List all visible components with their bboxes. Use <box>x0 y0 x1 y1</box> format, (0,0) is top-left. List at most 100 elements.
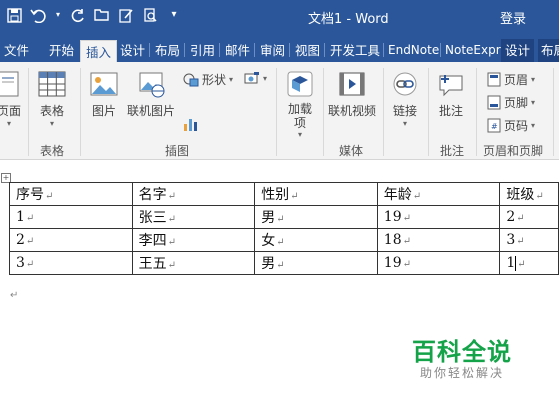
links-label: 链接 <box>392 104 417 118</box>
table-cell[interactable]: 1↵ <box>9 205 133 229</box>
group-separator <box>553 68 554 156</box>
cell-text: 19 <box>383 255 402 271</box>
edit-document-icon[interactable] <box>118 7 134 23</box>
table-cell[interactable]: 男↵ <box>254 251 378 275</box>
tab-references[interactable]: 引用 <box>190 39 215 62</box>
online-video-button[interactable]: 联机视频 <box>328 70 376 119</box>
group-label-media: 媒体 <box>339 144 364 158</box>
cell-text: 2 <box>506 209 516 225</box>
tab-table-design[interactable]: 设计 <box>501 39 535 62</box>
chevron-down-icon: ▾ <box>297 130 302 139</box>
addin-icon <box>287 71 313 97</box>
online-pictures-button[interactable]: 联机图片 <box>127 70 175 119</box>
table-cell[interactable]: 3↵ <box>9 251 133 275</box>
cell-text: 19 <box>383 209 402 225</box>
page-number-icon: # <box>487 118 501 133</box>
chart-button[interactable] <box>183 116 199 132</box>
tab-separator <box>149 43 150 57</box>
customize-toolbar-icon[interactable]: ▾ <box>166 7 182 23</box>
table-cell[interactable]: 序号↵ <box>9 182 133 206</box>
shapes-label: 形状 <box>202 73 227 87</box>
undo-dropdown-caret-icon[interactable]: ▾ <box>54 7 62 23</box>
pages-label: 页面 <box>0 104 21 118</box>
table-cell[interactable]: 王五↵ <box>131 251 256 275</box>
end-of-cell-mark: ↵ <box>516 236 525 247</box>
picture-button-label: 图片 <box>91 104 116 118</box>
cell-text: 1 <box>16 209 25 225</box>
table-row: 3↵ 王五↵ 男↵ 19↵ 1 ↵ <box>9 251 559 275</box>
end-of-cell-mark: ↵ <box>276 237 285 248</box>
addins-button[interactable]: 加载项 ▾ <box>284 70 316 139</box>
chart-icon <box>184 119 197 131</box>
tab-noteexpress[interactable]: NoteExpre <box>445 39 508 62</box>
end-of-cell-mark: ↵ <box>167 237 176 248</box>
table-cell[interactable]: 班级↵ <box>499 182 559 206</box>
cell-text: 3 <box>506 232 516 248</box>
table-cell[interactable]: 19↵ <box>376 205 501 229</box>
picture-button[interactable]: 图片 <box>89 70 119 119</box>
data-table[interactable]: 序号↵ 名字↵ 性别↵ 年龄↵ 班级↵ 1↵ 张三↵ 男↵ 19↵ 2↵ 2↵ … <box>9 182 559 275</box>
end-of-cell-mark: ↵ <box>167 260 176 271</box>
print-preview-icon[interactable] <box>142 7 158 23</box>
tab-view[interactable]: 视图 <box>295 39 320 62</box>
end-of-cell-mark: ↵ <box>167 214 176 225</box>
document-title: 文档1 - Word <box>308 12 389 27</box>
end-of-cell-mark: ↵ <box>276 214 285 225</box>
cell-text: 年龄 <box>383 187 412 203</box>
tab-layout[interactable]: 布局 <box>155 39 180 62</box>
tab-table-layout[interactable]: 布局 <box>538 39 559 62</box>
cell-text: 3 <box>16 255 25 271</box>
online-picture-icon <box>139 72 165 98</box>
table-cell[interactable]: 男↵ <box>254 205 378 229</box>
page-icon <box>0 71 19 97</box>
table-cell[interactable]: 年龄↵ <box>376 182 501 206</box>
tab-insert[interactable]: 插入 <box>80 40 118 63</box>
shapes-button[interactable]: 形状 ▾ <box>183 71 233 88</box>
cell-text: 名字 <box>138 187 167 203</box>
cell-text: 18 <box>383 232 402 248</box>
login-link[interactable]: 登录 <box>500 8 526 27</box>
save-icon[interactable] <box>6 7 22 23</box>
table-cell[interactable]: 李四↵ <box>131 228 256 252</box>
table-cell[interactable]: 18↵ <box>376 228 501 252</box>
tab-separator <box>289 43 290 57</box>
table-cell[interactable]: 19↵ <box>376 251 501 275</box>
end-of-cell-mark: ↵ <box>45 191 54 202</box>
table-cell[interactable]: 张三↵ <box>131 205 256 229</box>
table-cell[interactable]: 名字↵ <box>131 182 256 206</box>
quick-access-toolbar: ▾ ▾ <box>6 7 182 23</box>
cell-text: 张三 <box>138 210 167 226</box>
end-of-cell-mark: ↵ <box>535 191 544 202</box>
smartart-button[interactable]: ▾ <box>244 71 267 85</box>
tab-home[interactable]: 开始 <box>49 39 74 62</box>
tab-file[interactable]: 文件 <box>4 39 29 62</box>
undo-icon[interactable] <box>30 7 46 23</box>
footer-button[interactable]: 页脚 ▾ <box>487 94 535 111</box>
table-cell[interactable]: 性别↵ <box>254 182 378 206</box>
addins-label: 加载项 <box>287 102 312 130</box>
tab-developer[interactable]: 开发工具 <box>330 39 380 62</box>
page-number-button[interactable]: # 页码 ▾ <box>487 117 535 134</box>
tab-design[interactable]: 设计 <box>120 39 145 62</box>
table-cell[interactable]: 2↵ <box>9 228 133 252</box>
chevron-down-icon: ▾ <box>531 75 536 84</box>
redo-icon[interactable] <box>70 7 86 23</box>
screenshot-icon <box>244 72 259 84</box>
table-cell[interactable]: 女↵ <box>254 228 378 252</box>
tab-separator <box>254 43 255 57</box>
tab-separator <box>383 43 384 57</box>
table-button[interactable]: 表格 ▾ <box>37 70 67 128</box>
ribbon-panel: 页面 ▾ 表格 ▾ 表格 图片 联机图片 形状 ▾ ▾ 插图 加载项 ▾ 联机视… <box>0 62 559 160</box>
pages-button[interactable]: 页面 ▾ <box>0 70 24 128</box>
links-button[interactable]: 链接 ▾ <box>390 70 420 128</box>
tab-review[interactable]: 审阅 <box>260 39 285 62</box>
cell-text: 1 <box>506 255 516 271</box>
table-cell[interactable]: 1↵ <box>499 251 559 275</box>
table-cell[interactable]: 3↵ <box>499 228 559 252</box>
header-button[interactable]: 页眉 ▾ <box>487 71 535 88</box>
tab-mailings[interactable]: 邮件 <box>225 39 250 62</box>
table-cell[interactable]: 2↵ <box>499 205 559 229</box>
open-folder-icon[interactable] <box>94 7 110 23</box>
new-comment-button[interactable]: 批注 <box>436 70 466 119</box>
tab-endnote[interactable]: EndNote <box>388 39 439 62</box>
